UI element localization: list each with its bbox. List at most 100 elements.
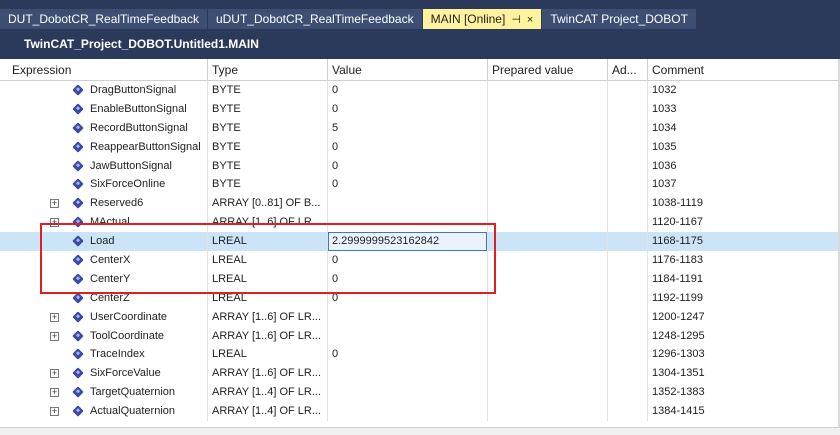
expression-cell[interactable]: EnableButtonSignal	[0, 99, 208, 119]
expression-cell[interactable]: + Reserved6	[0, 194, 208, 214]
table-row[interactable]: + SixForceValue ARRAY [1..6] OF LR... 1304-…	[0, 364, 840, 384]
table-row[interactable]: CenterX LREAL 0 1176-1183	[0, 251, 840, 270]
prepared-value-cell[interactable]	[488, 137, 608, 157]
column-header-type[interactable]: Type	[208, 59, 328, 81]
column-header-value[interactable]: Value	[328, 59, 488, 81]
table-row[interactable]: ReappearButtonSignal BYTE 0 1035	[0, 137, 840, 157]
value-cell[interactable]: 5	[328, 118, 488, 138]
value-cell[interactable]: 0	[328, 288, 488, 308]
table-row[interactable]: JawButtonSignal BYTE 0 1036	[0, 156, 840, 176]
path-title: TwinCAT_Project_DOBOT.Untitled1.MAIN	[0, 29, 840, 59]
value-cell[interactable]: 0	[328, 137, 488, 157]
prepared-value-cell[interactable]	[488, 326, 608, 346]
value-cell[interactable]	[328, 307, 488, 327]
expression-cell[interactable]: TraceIndex	[0, 345, 208, 365]
prepared-value-cell[interactable]	[488, 383, 608, 403]
tab-udut-dobotcr-realtimefeedback[interactable]: uDUT_DobotCR_RealTimeFeedback	[207, 9, 423, 29]
column-header-prepared-value[interactable]: Prepared value	[488, 59, 608, 81]
column-header-expression[interactable]: Expression	[0, 59, 208, 81]
value-cell[interactable]: 0	[328, 251, 488, 270]
prepared-value-cell[interactable]	[488, 251, 608, 270]
prepared-value-cell[interactable]	[488, 288, 608, 308]
variable-icon	[72, 103, 84, 115]
expression-cell[interactable]: + TargetQuaternion	[0, 383, 208, 403]
expression-cell[interactable]: CenterX	[0, 251, 208, 270]
value-cell[interactable]	[328, 194, 488, 214]
value-cell[interactable]	[328, 364, 488, 384]
expression-cell[interactable]: SixForceOnline	[0, 175, 208, 195]
expression-cell[interactable]: + MActual	[0, 213, 208, 233]
expand-icon[interactable]: +	[50, 388, 59, 398]
value-cell[interactable]	[328, 213, 488, 233]
table-row[interactable]: DragButtonSignal BYTE 0 1032	[0, 81, 840, 100]
value-cell[interactable]	[328, 383, 488, 403]
expression-cell[interactable]: JawButtonSignal	[0, 156, 208, 176]
variable-icon	[72, 216, 84, 228]
horizontal-scrollbar[interactable]	[0, 427, 840, 435]
value-cell[interactable]: 0	[328, 269, 488, 289]
table-row[interactable]: + ActualQuaternion ARRAY [1..4] OF LR... 13…	[0, 402, 840, 422]
value-field[interactable]: 2.2999999523162842	[328, 232, 487, 252]
close-icon[interactable]: ×	[527, 14, 533, 26]
value-cell[interactable]: 0	[328, 99, 488, 119]
expression-cell[interactable]: + SixForceValue	[0, 364, 208, 384]
value-cell[interactable]: 0	[328, 156, 488, 176]
type-cell: ARRAY [1..6] OF LR...	[208, 364, 328, 384]
expression-cell[interactable]: + ActualQuaternion	[0, 402, 208, 422]
prepared-value-cell[interactable]	[488, 402, 608, 422]
expand-icon[interactable]: +	[50, 199, 59, 209]
prepared-value-cell[interactable]	[488, 364, 608, 384]
table-row[interactable]: SixForceOnline BYTE 0 1037	[0, 175, 840, 195]
tab-main-online[interactable]: MAIN [Online] ⊣ ×	[422, 9, 543, 29]
expand-icon[interactable]: +	[50, 218, 59, 228]
value-cell[interactable]: 0	[328, 345, 488, 365]
expression-cell[interactable]: + UserCoordinate	[0, 307, 208, 327]
prepared-value-cell[interactable]	[488, 175, 608, 195]
value-cell[interactable]: 0	[328, 175, 488, 195]
table-row[interactable]: + UserCoordinate ARRAY [1..6] OF LR... 1200…	[0, 307, 840, 327]
prepared-value-cell[interactable]	[488, 81, 608, 100]
prepared-value-cell[interactable]	[488, 307, 608, 327]
table-row[interactable]: Load LREAL 2.2999999523162842 1168-1175	[0, 232, 840, 252]
expand-icon[interactable]: +	[50, 331, 59, 341]
table-row[interactable]: TraceIndex LREAL 0 1296-1303	[0, 345, 840, 365]
prepared-value-cell[interactable]	[488, 269, 608, 289]
prepared-value-cell[interactable]	[488, 194, 608, 214]
prepared-value-cell[interactable]	[488, 156, 608, 176]
prepared-value-cell[interactable]	[488, 345, 608, 365]
table-row[interactable]: CenterY LREAL 0 1184-1191	[0, 269, 840, 289]
table-row[interactable]: + ToolCoordinate ARRAY [1..6] OF LR... 1248…	[0, 326, 840, 346]
expression-cell[interactable]: + ToolCoordinate	[0, 326, 208, 346]
address-cell	[608, 402, 648, 422]
expression-cell[interactable]: CenterY	[0, 269, 208, 289]
variable-icon	[72, 178, 84, 191]
table-row[interactable]: + Reserved6 ARRAY [0..81] OF B... 1038-1119	[0, 194, 840, 214]
expression-cell[interactable]: RecordButtonSignal	[0, 118, 208, 138]
tab-dut-dobotcr-realtimefeedback[interactable]: DUT_DobotCR_RealTimeFeedback	[0, 9, 208, 29]
prepared-value-cell[interactable]	[488, 118, 608, 138]
table-row[interactable]: EnableButtonSignal BYTE 0 1033	[0, 99, 840, 119]
column-header-address[interactable]: Ad...	[608, 59, 648, 81]
expand-icon[interactable]: +	[50, 369, 59, 379]
expand-icon[interactable]: +	[50, 312, 59, 322]
table-row[interactable]: + MActual ARRAY [1..6] OF LR... 1120-1167	[0, 213, 840, 233]
expression-cell[interactable]: Load	[0, 232, 208, 252]
expression-cell[interactable]: CenterZ	[0, 288, 208, 308]
table-row[interactable]: CenterZ LREAL 0 1192-1199	[0, 288, 840, 308]
table-row[interactable]: + TargetQuaternion ARRAY [1..4] OF LR... 13…	[0, 383, 840, 403]
value-cell[interactable]: 0	[328, 81, 488, 100]
value-cell[interactable]	[328, 326, 488, 346]
prepared-value-cell[interactable]	[488, 99, 608, 119]
value-cell[interactable]: 2.2999999523162842	[328, 232, 488, 252]
table-row[interactable]: RecordButtonSignal BYTE 5 1034	[0, 118, 840, 138]
tab-twincat-project-dobot[interactable]: TwinCAT Project_DOBOT	[542, 9, 697, 29]
prepared-value-cell[interactable]	[488, 213, 608, 233]
watch-grid: Expression Type Value Prepared value Ad.…	[0, 59, 840, 435]
column-header-comment[interactable]: Comment	[648, 59, 840, 81]
pin-icon[interactable]: ⊣	[511, 14, 521, 26]
prepared-value-cell[interactable]	[488, 232, 608, 252]
value-cell[interactable]	[328, 402, 488, 422]
expression-cell[interactable]: DragButtonSignal	[0, 81, 208, 100]
expand-icon[interactable]: +	[50, 407, 59, 417]
expression-cell[interactable]: ReappearButtonSignal	[0, 137, 208, 157]
